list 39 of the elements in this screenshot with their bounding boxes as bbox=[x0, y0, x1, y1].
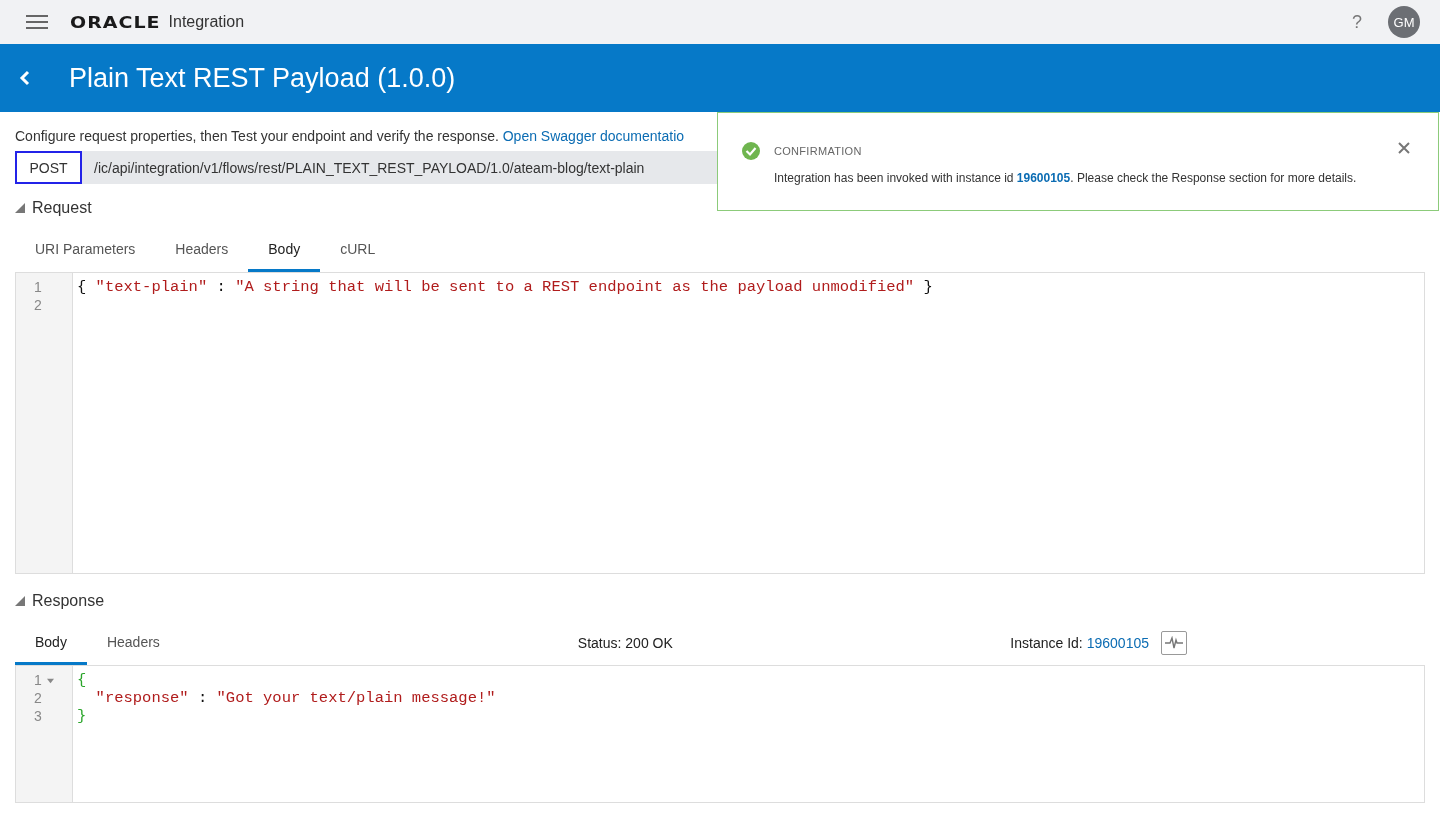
toast-message: Integration has been invoked with instance id 19600105. Please check the Response section for more details. bbox=[774, 171, 1358, 185]
method-button[interactable]: POST bbox=[15, 151, 82, 184]
user-avatar[interactable]: GM bbox=[1388, 6, 1420, 38]
close-icon[interactable] bbox=[1398, 142, 1410, 154]
tab[interactable]: cURL bbox=[320, 228, 396, 272]
back-icon[interactable] bbox=[18, 69, 32, 87]
product-name: Integration bbox=[168, 13, 245, 31]
logo-text: ORACLE bbox=[70, 12, 161, 32]
collapse-icon[interactable] bbox=[15, 203, 25, 213]
tab[interactable]: URI Parameters bbox=[15, 228, 156, 272]
menu-icon[interactable] bbox=[26, 15, 48, 29]
page-title: Plain Text REST Payload (1.0.0) bbox=[69, 62, 456, 94]
toast-heading: CONFIRMATION bbox=[774, 145, 863, 157]
line-number: 2 bbox=[34, 690, 42, 706]
code-line: } bbox=[77, 707, 87, 725]
code-line: { "text-plain" : "A string that will be sent to a REST endpoint as the payload unmodified" } bbox=[77, 278, 933, 296]
line-number: 3 bbox=[34, 708, 42, 724]
help-button[interactable]: ? bbox=[1352, 11, 1362, 33]
check-icon bbox=[742, 142, 760, 160]
status-text: Status: 200 OK bbox=[577, 635, 673, 651]
tab[interactable]: Headers bbox=[155, 228, 249, 272]
code-line: { bbox=[77, 671, 87, 689]
line-number: 2 bbox=[34, 297, 42, 313]
section-title[interactable]: Response bbox=[32, 592, 105, 610]
description-text: Configure request properties, then Test your endpoint and verify the response. bbox=[15, 128, 499, 144]
swagger-link[interactable]: Open Swagger documentatio bbox=[502, 128, 685, 144]
code-line: "response" : "Got your text/plain message!" bbox=[94, 689, 496, 707]
code-editor[interactable]: 1 2 3 { "response" : "Got your text/plain message!" } bbox=[15, 665, 1425, 803]
instance-link[interactable]: 19600105 bbox=[1086, 635, 1149, 651]
endpoint-url: /ic/api/integration/v1/flows/rest/PLAIN_TEXT_REST_PAYLOAD/1.0/ateam-blog/text-plain bbox=[94, 159, 645, 176]
section-title[interactable]: Request bbox=[32, 199, 92, 217]
code-editor[interactable]: 1 2 { "text-plain" : "A string that will be sent to a REST endpoint as the payload unmodified" } bbox=[15, 272, 1425, 574]
tab[interactable]: Headers bbox=[86, 621, 180, 665]
line-number: 1 bbox=[34, 279, 42, 295]
line-number: 1 bbox=[34, 672, 42, 688]
collapse-icon[interactable] bbox=[15, 596, 25, 606]
activity-button[interactable] bbox=[1161, 631, 1187, 655]
instance-label: Instance Id: bbox=[1010, 635, 1083, 651]
fold-icon[interactable] bbox=[46, 676, 54, 684]
